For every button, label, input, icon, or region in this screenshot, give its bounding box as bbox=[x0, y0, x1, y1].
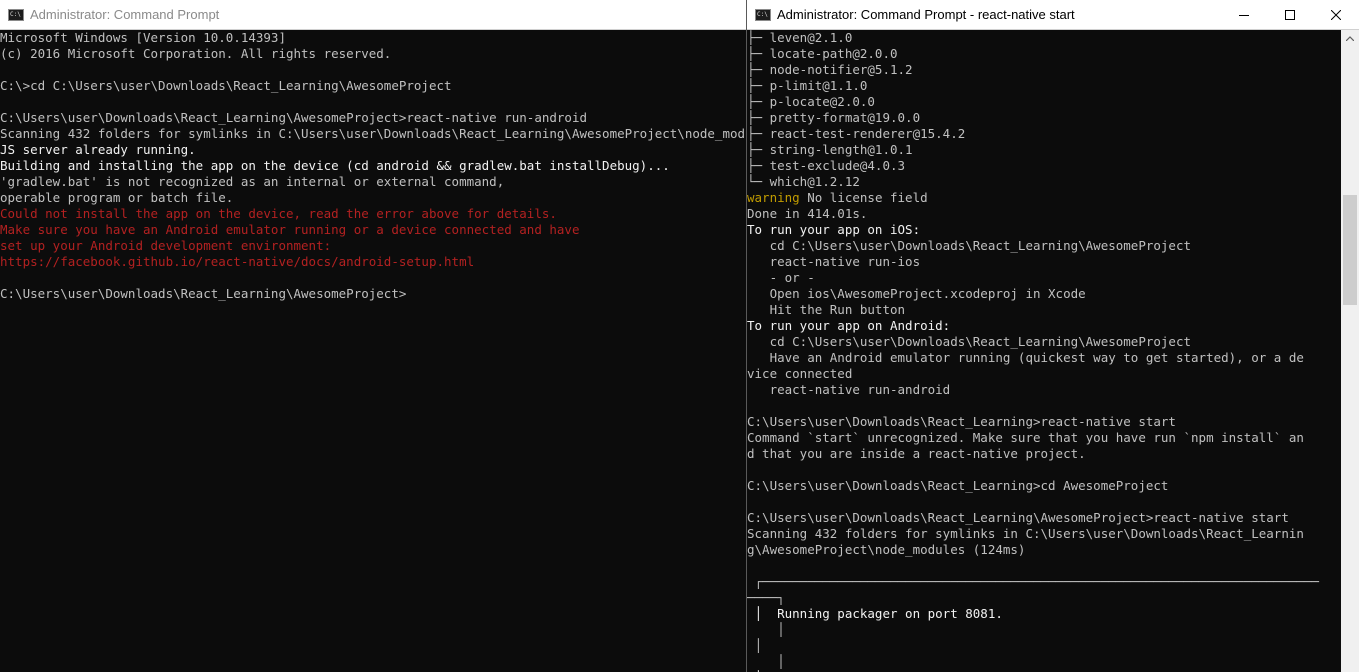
chevron-up-icon bbox=[1346, 36, 1354, 41]
console-line: ├─ react-test-renderer@15.4.2 bbox=[747, 126, 966, 141]
command-prompt-icon bbox=[755, 8, 771, 21]
console-line: ├─ leven@2.1.0 bbox=[747, 30, 853, 45]
command-prompt-icon bbox=[8, 8, 24, 21]
right-window-titlebar[interactable]: Administrator: Command Prompt - react-na… bbox=[747, 0, 1359, 30]
console-line: ────┐ bbox=[747, 590, 785, 605]
console-line: ├─ pretty-format@19.0.0 bbox=[747, 110, 921, 125]
left-window-title: Administrator: Command Prompt bbox=[30, 7, 220, 22]
left-console-output[interactable]: Microsoft Windows [Version 10.0.14393] (c… bbox=[0, 30, 746, 672]
scrollbar-thumb[interactable] bbox=[1343, 195, 1357, 305]
console-line: g\AwesomeProject\node_modules (124ms) bbox=[747, 542, 1026, 557]
console-line: JS server already running. bbox=[0, 142, 196, 157]
console-line: react-native run-android bbox=[747, 382, 951, 397]
right-console-output[interactable]: ├─ leven@2.1.0 ├─ locate-path@2.0.0 ├─ nod… bbox=[747, 30, 1341, 672]
console-line: 'gradlew.bat' is not recognized as an in… bbox=[0, 174, 505, 189]
console-line: └─ which@1.2.12 bbox=[747, 174, 860, 189]
console-line: cd C:\Users\user\Downloads\React_Learnin… bbox=[747, 334, 1192, 349]
vertical-scrollbar[interactable] bbox=[1341, 30, 1359, 672]
console-line: │ bbox=[747, 622, 785, 637]
close-icon bbox=[1331, 9, 1341, 20]
console-line: Scanning 432 folders for symlinks in C:\… bbox=[747, 526, 1304, 541]
console-line: ├─ p-limit@1.1.0 bbox=[747, 78, 868, 93]
console-line: Open ios\AwesomeProject.xcodeproj in Xco… bbox=[747, 286, 1086, 301]
minimize-button[interactable] bbox=[1221, 0, 1267, 29]
console-line: C:\Users\user\Downloads\React_Learning>c… bbox=[747, 478, 1169, 493]
console-line: │ bbox=[747, 654, 785, 669]
warning-text: No license field bbox=[799, 190, 928, 205]
left-console-window[interactable]: Administrator: Command Prompt Microsoft … bbox=[0, 0, 746, 672]
console-line: Microsoft Windows [Version 10.0.14393] bbox=[0, 30, 286, 45]
right-window-title: Administrator: Command Prompt - react-na… bbox=[777, 7, 1075, 22]
console-line: ├─ test-exclude@4.0.3 bbox=[747, 158, 906, 173]
console-line: cd C:\Users\user\Downloads\React_Learnin… bbox=[747, 238, 1192, 253]
left-window-titlebar[interactable]: Administrator: Command Prompt bbox=[0, 0, 746, 30]
window-controls bbox=[1221, 0, 1359, 29]
minimize-icon bbox=[1239, 14, 1249, 16]
console-line: ├─ p-locate@2.0.0 bbox=[747, 94, 875, 109]
console-line: ├─ locate-path@2.0.0 bbox=[747, 46, 898, 61]
console-line: https://facebook.github.io/react-native/… bbox=[0, 254, 475, 269]
console-line: - or - bbox=[747, 270, 815, 285]
console-line: C:\Users\user\Downloads\React_Learning\A… bbox=[0, 286, 407, 301]
console-line: C:\Users\user\Downloads\React_Learning\A… bbox=[747, 510, 1289, 525]
console-line: Have an Android emulator running (quicke… bbox=[747, 350, 1304, 365]
console-line: Done in 414.01s. bbox=[747, 206, 868, 221]
console-line: vice connected bbox=[747, 366, 853, 381]
console-line: d that you are inside a react-native pro… bbox=[747, 446, 1086, 461]
console-line: ┌───────────────────────────────────────… bbox=[747, 574, 1319, 589]
console-line: │ Running packager on port 8081. bbox=[747, 606, 1003, 621]
console-line: C:\Users\user\Downloads\React_Learning\A… bbox=[0, 110, 587, 125]
console-line: ├─ string-length@1.0.1 bbox=[747, 142, 913, 157]
console-line: Could not install the app on the device,… bbox=[0, 206, 557, 221]
maximize-button[interactable] bbox=[1267, 0, 1313, 29]
close-button[interactable] bbox=[1313, 0, 1359, 29]
maximize-icon bbox=[1285, 9, 1295, 20]
console-line: warning No license field bbox=[747, 190, 1341, 206]
console-line: Building and installing the app on the d… bbox=[0, 158, 670, 173]
console-line: Make sure you have an Android emulator r… bbox=[0, 222, 580, 237]
right-console-window[interactable]: Administrator: Command Prompt - react-na… bbox=[746, 0, 1359, 672]
warning-label: warning bbox=[747, 190, 800, 205]
console-line: To run your app on iOS: bbox=[747, 222, 921, 237]
console-line: set up your Android development environm… bbox=[0, 238, 332, 253]
console-line: operable program or batch file. bbox=[0, 190, 234, 205]
console-line: To run your app on Android: bbox=[747, 318, 951, 333]
console-line: │ bbox=[747, 638, 763, 653]
console-line: Hit the Run button bbox=[747, 302, 906, 317]
console-line: Command `start` unrecognized. Make sure … bbox=[747, 430, 1304, 445]
console-line: Scanning 432 folders for symlinks in C:\… bbox=[0, 126, 746, 141]
scroll-up-button[interactable] bbox=[1341, 30, 1359, 47]
console-line: (c) 2016 Microsoft Corporation. All righ… bbox=[0, 46, 392, 61]
console-line: C:\Users\user\Downloads\React_Learning>r… bbox=[747, 414, 1176, 429]
console-line: react-native run-ios bbox=[747, 254, 921, 269]
console-line: ├─ node-notifier@5.1.2 bbox=[747, 62, 913, 77]
console-line: C:\>cd C:\Users\user\Downloads\React_Lea… bbox=[0, 78, 452, 93]
